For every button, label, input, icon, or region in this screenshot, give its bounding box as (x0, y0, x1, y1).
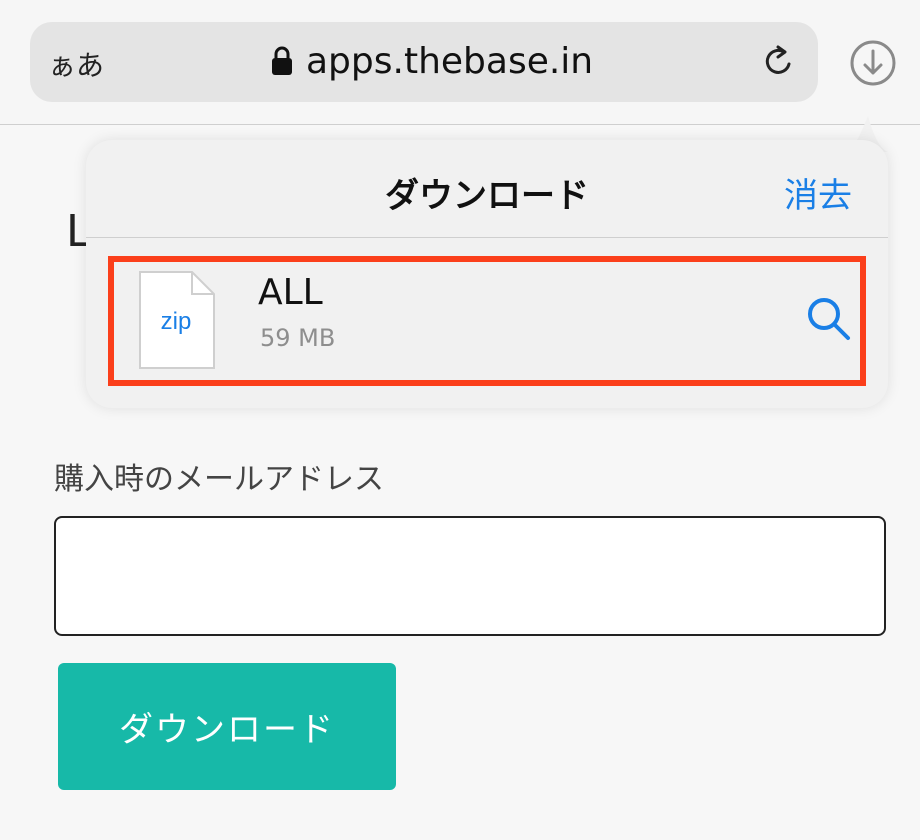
browser-toolbar: ぁあ apps.thebase.in (0, 0, 920, 125)
downloads-popover: ダウンロード 消去 zip ALL 59 MB (86, 140, 888, 408)
zip-file-icon: zip (139, 271, 215, 369)
popover-header: ダウンロード 消去 (86, 140, 888, 238)
search-icon[interactable] (804, 294, 852, 342)
email-label: 購入時のメールアドレス (54, 462, 384, 497)
text-size-button[interactable]: ぁあ (48, 44, 104, 84)
file-type-label: zip (161, 308, 192, 335)
lock-icon (272, 46, 292, 75)
email-field[interactable] (54, 516, 886, 636)
url-text: apps.thebase.in (306, 40, 594, 82)
address-bar[interactable]: ぁあ apps.thebase.in (30, 22, 818, 102)
file-name: ALL (258, 272, 323, 313)
download-item[interactable]: zip ALL 59 MB (108, 256, 866, 386)
url-display[interactable]: apps.thebase.in (270, 36, 593, 86)
download-button[interactable]: ダウンロード (58, 663, 396, 790)
reload-icon[interactable] (758, 42, 798, 82)
clear-button[interactable]: 消去 (784, 168, 852, 217)
popover-title: ダウンロード (385, 176, 589, 216)
downloads-icon[interactable] (848, 38, 898, 88)
file-size: 59 MB (260, 324, 336, 352)
